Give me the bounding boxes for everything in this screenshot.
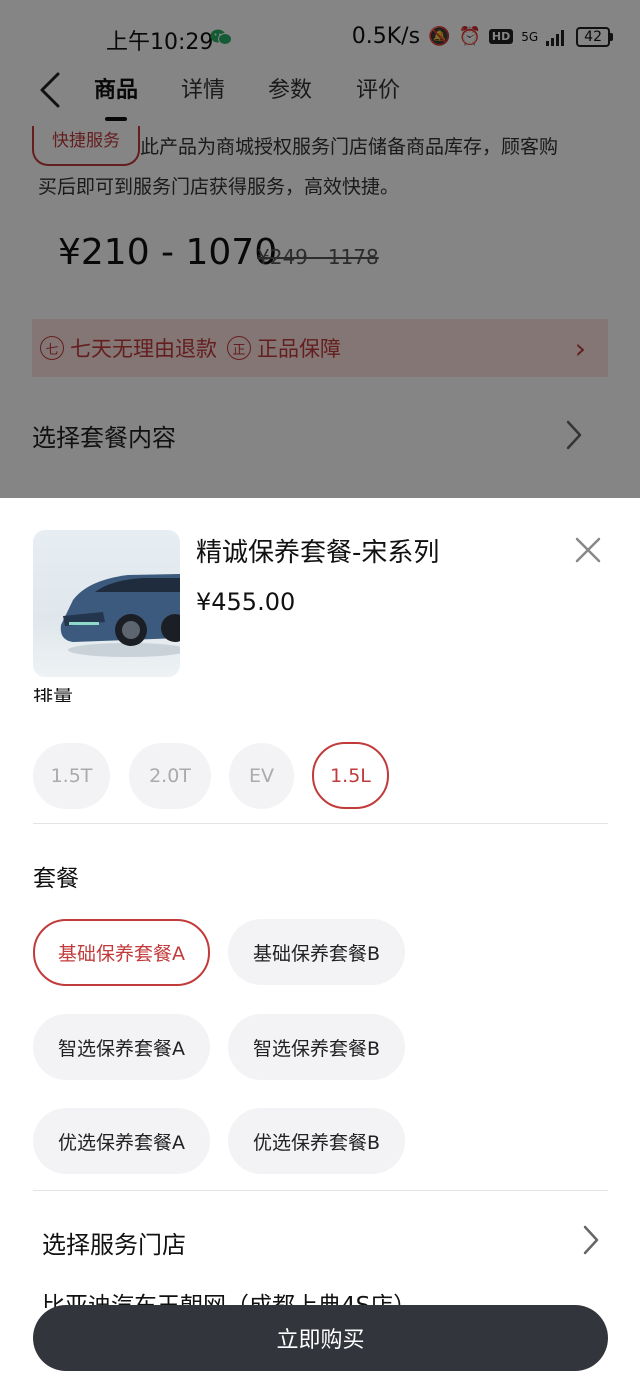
package-option-premium-a[interactable]: 优选保养套餐A <box>33 1108 210 1174</box>
package-option-smart-a[interactable]: 智选保养套餐A <box>33 1014 210 1080</box>
displacement-section-title: 排量 <box>33 688 73 702</box>
product-page-background: 上午10:29 0.5K/s 🔕 ⏰ HD 5G 42 商品 详情 参数 评价 <box>0 0 640 498</box>
displacement-option-ev[interactable]: EV <box>229 743 294 809</box>
modal-backdrop[interactable] <box>0 0 640 498</box>
package-option-basic-b[interactable]: 基础保养套餐B <box>228 919 405 985</box>
divider <box>33 1190 608 1191</box>
package-section-title: 套餐 <box>33 866 79 892</box>
divider <box>33 823 608 824</box>
choose-store-row[interactable]: 选择服务门店 <box>42 1225 186 1260</box>
package-selection-sheet: 精诚保养套餐-宋系列 ¥455.00 排量 1.5T 2.0T EV 1.5L … <box>0 498 640 1387</box>
buy-now-button[interactable]: 立即购买 <box>33 1305 608 1371</box>
product-image <box>33 530 180 677</box>
package-option-premium-b[interactable]: 优选保养套餐B <box>228 1108 405 1174</box>
displacement-option-1-5t[interactable]: 1.5T <box>33 743 110 809</box>
chevron-right-icon <box>583 1225 599 1255</box>
package-option-smart-b[interactable]: 智选保养套餐B <box>228 1014 405 1080</box>
displacement-option-2-0t[interactable]: 2.0T <box>129 743 211 809</box>
displacement-option-1-5l[interactable]: 1.5L <box>312 742 389 809</box>
product-title: 精诚保养套餐-宋系列 <box>196 538 440 568</box>
suv-car-image <box>60 574 180 657</box>
package-option-basic-a[interactable]: 基础保养套餐A <box>33 919 210 986</box>
product-price: ¥455.00 <box>196 588 296 616</box>
close-icon[interactable] <box>572 534 604 566</box>
